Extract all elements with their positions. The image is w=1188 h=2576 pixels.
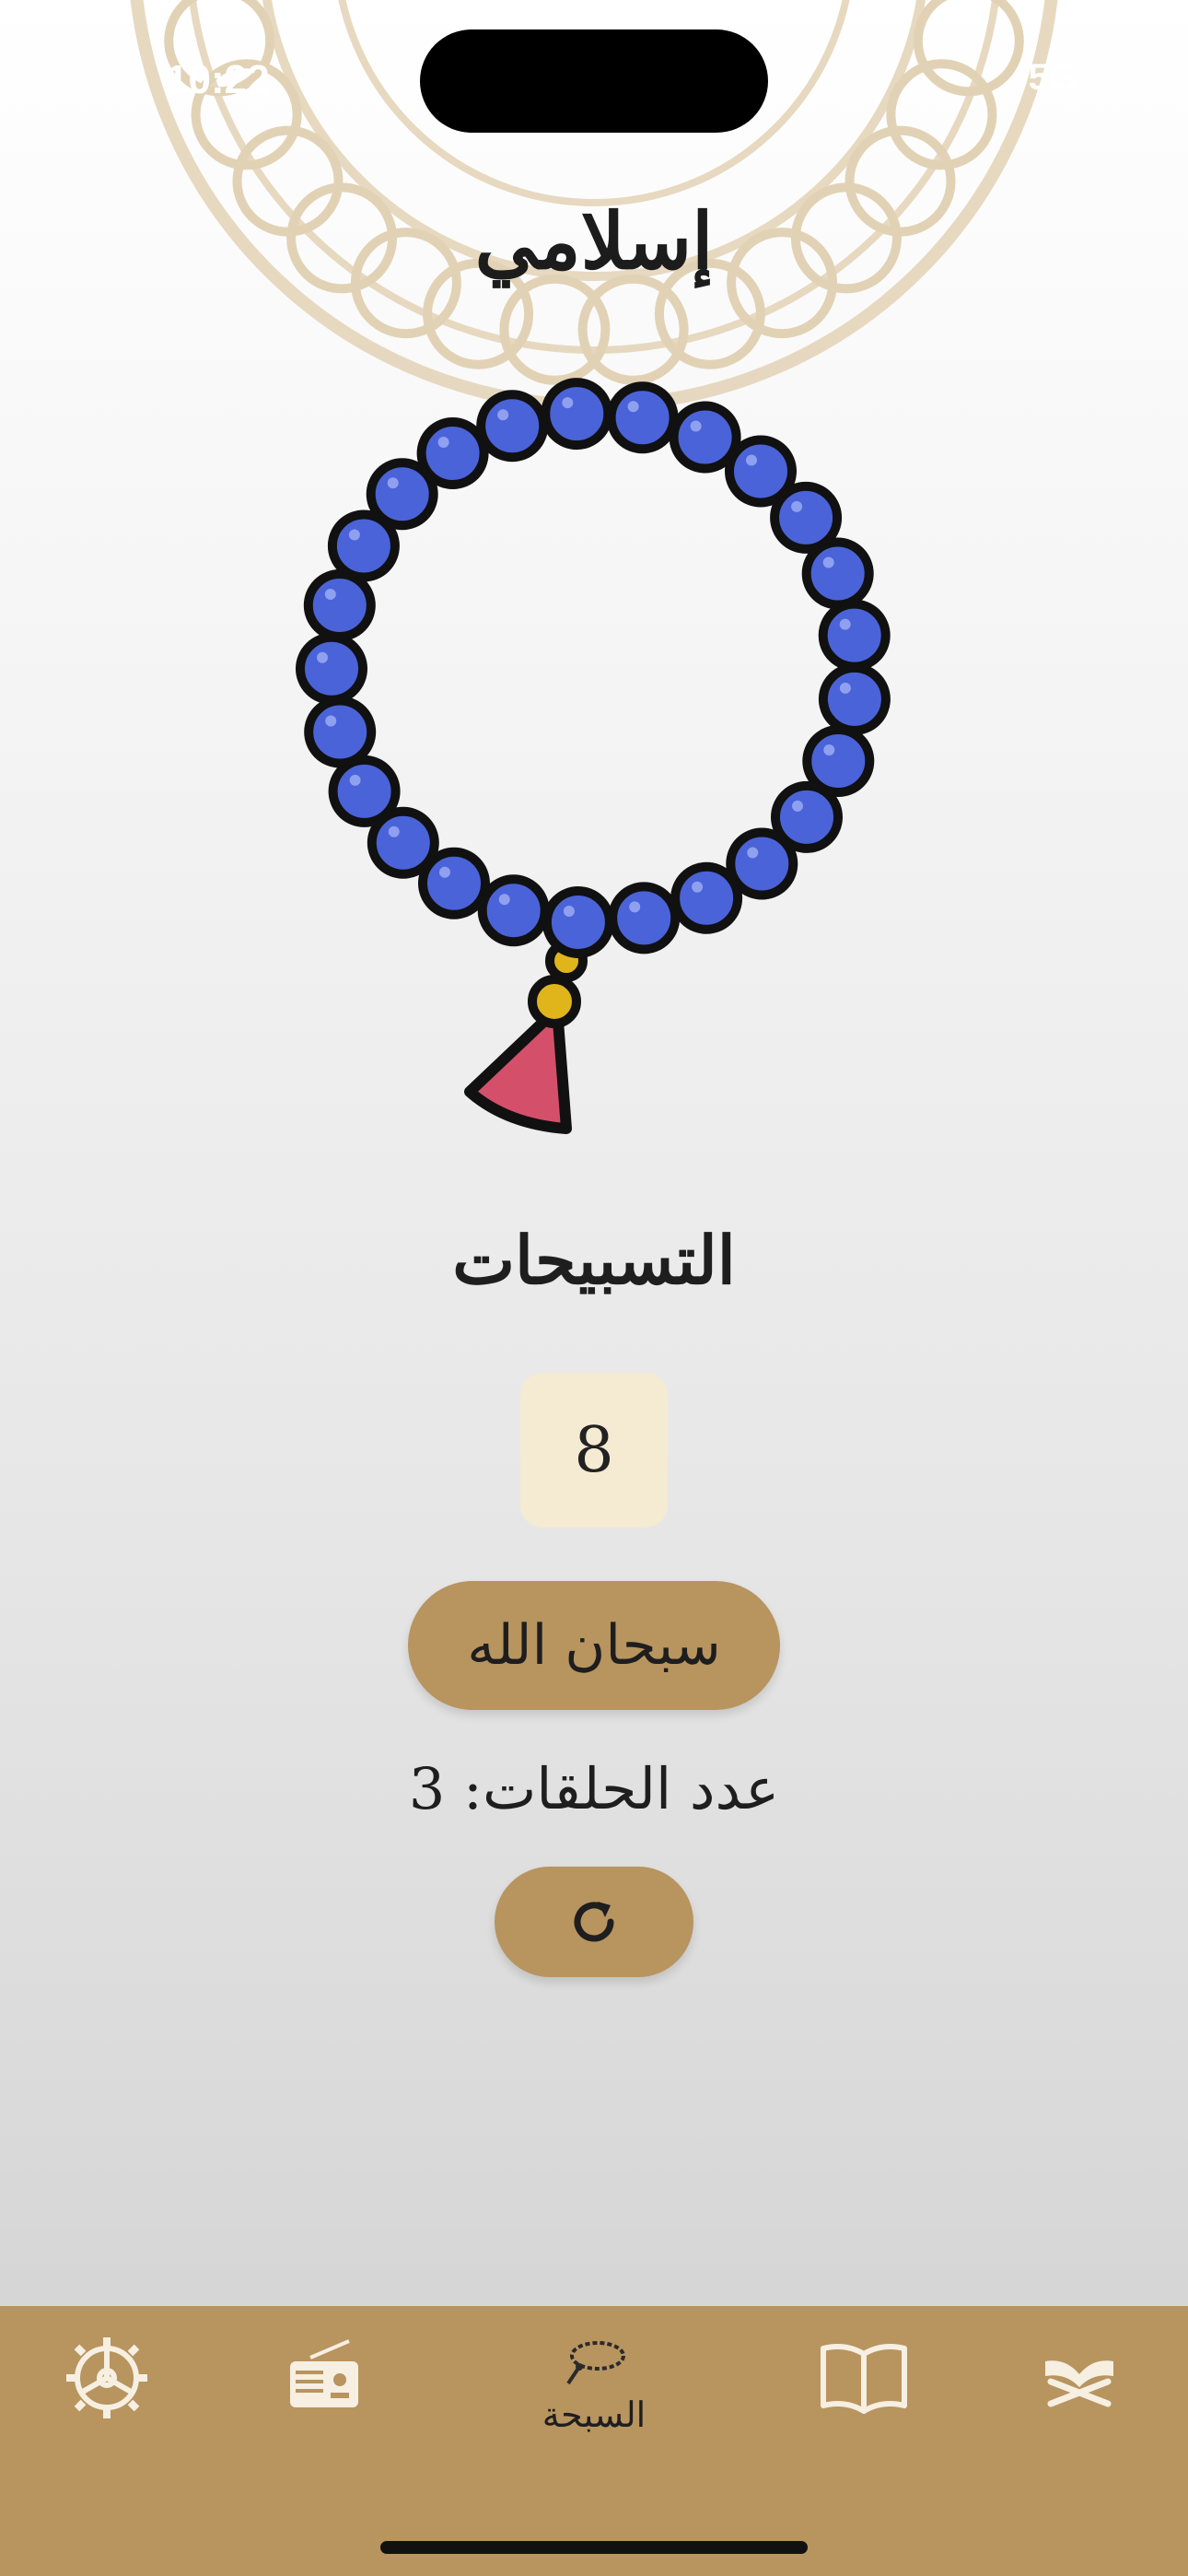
tab-settings[interactable]	[15, 2334, 199, 2481]
bead	[608, 882, 681, 954]
bead-highlight	[349, 774, 361, 786]
bead-highlight	[439, 866, 450, 878]
section-title: التسبيحات	[452, 1221, 736, 1299]
tasbih-counter: 8	[520, 1373, 668, 1528]
bead-highlight	[627, 401, 639, 413]
quran-icon	[1045, 2360, 1113, 2407]
bead-highlight	[324, 589, 336, 600]
bead-highlight	[563, 906, 575, 917]
bead-highlight	[387, 477, 399, 489]
bead-highlight	[348, 529, 360, 541]
knot-bead	[528, 975, 581, 1028]
mandala-petal	[913, 0, 1024, 97]
app-title: إسلامي	[474, 195, 714, 287]
bead-highlight	[747, 847, 759, 859]
bead	[296, 632, 367, 705]
dynamic-island	[420, 29, 768, 133]
reset-button[interactable]	[495, 1867, 693, 1977]
bead	[477, 874, 550, 947]
bead-highlight	[792, 800, 803, 812]
bead-highlight	[325, 715, 337, 727]
bead-highlight	[317, 651, 328, 663]
bead-highlight	[437, 437, 449, 448]
bead	[476, 390, 549, 463]
bead	[818, 599, 891, 672]
status-time: 10:22	[166, 57, 270, 102]
bead	[416, 417, 489, 489]
bead	[328, 755, 401, 827]
bead-highlight	[746, 454, 757, 466]
bead-highlight	[690, 420, 702, 432]
tab-sebha[interactable]: السبحة	[502, 2334, 686, 2481]
bead	[606, 381, 679, 454]
bead	[801, 537, 874, 610]
book-icon	[821, 2344, 907, 2414]
bead-highlight	[562, 397, 574, 409]
prayer-beads-icon	[566, 2341, 625, 2385]
status-signal: 5G	[1028, 57, 1077, 98]
bead-highlight	[839, 682, 851, 694]
bead-highlight	[839, 618, 851, 630]
bead	[303, 569, 376, 641]
bead-highlight	[498, 894, 510, 906]
tab-sebha-label: السبحة	[542, 2395, 646, 2435]
bead-highlight	[822, 556, 834, 568]
bead-highlight	[629, 901, 641, 913]
bead-highlight	[791, 500, 803, 512]
bead-highlight	[823, 744, 835, 755]
bead-highlight	[497, 409, 509, 421]
home-indicator	[380, 2541, 808, 2554]
bead	[542, 886, 614, 958]
tab-radio[interactable]	[232, 2334, 416, 2481]
bead-highlight	[692, 881, 704, 893]
bead-highlight	[388, 825, 400, 837]
gear-icon	[66, 2337, 147, 2418]
radio-icon	[290, 2339, 358, 2407]
tab-quran[interactable]	[987, 2334, 1171, 2481]
refresh-icon	[574, 1902, 614, 1942]
bead	[670, 861, 743, 934]
tab-hadith[interactable]	[772, 2334, 956, 2481]
rounds-count: عدد الحلقات: 3	[408, 1755, 780, 1822]
bead	[818, 662, 891, 735]
prayer-beads-illustration[interactable]	[276, 350, 921, 1161]
tasbih-button[interactable]: سبحان الله	[408, 1581, 780, 1710]
bead	[541, 378, 613, 451]
tab-bar: السبحة	[0, 2306, 1188, 2576]
bead	[304, 696, 377, 768]
